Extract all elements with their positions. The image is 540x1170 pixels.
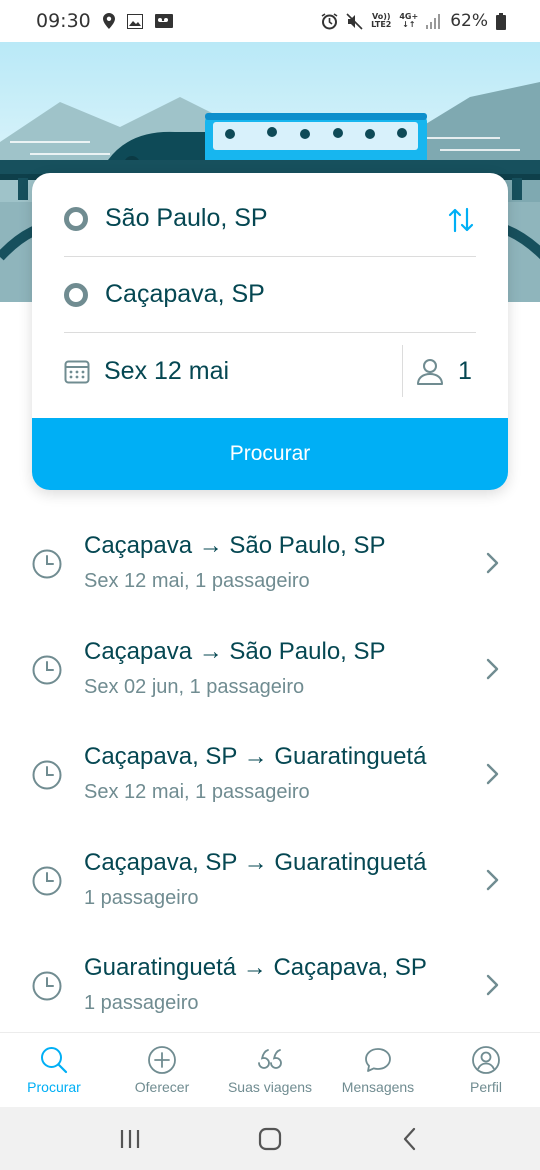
nav-tab-label: Suas viagens (227, 1079, 313, 1095)
location-icon (102, 13, 115, 29)
battery-percent: 62% (450, 11, 488, 31)
list-item-route: Caçapava → São Paulo, SP (84, 532, 386, 559)
gallery-icon (126, 13, 143, 29)
list-item[interactable]: Caçapava, SP → Guaratinguetá Sex 12 mai,… (0, 721, 540, 827)
origin-text: São Paulo, SP (105, 204, 268, 232)
status-time: 09:30 (36, 10, 91, 32)
recent-searches-list: Caçapava → São Paulo, SP Sex 12 mai, 1 p… (0, 510, 540, 1038)
system-navigation-bar (0, 1107, 540, 1170)
chevron-right-icon (486, 869, 499, 890)
clock-icon (32, 866, 62, 895)
swap-icon[interactable] (446, 205, 476, 235)
list-item[interactable]: Guaratinguetá → Caçapava, SP 1 passageir… (0, 932, 540, 1038)
nav-tab-oferecer[interactable]: Oferecer (108, 1033, 216, 1107)
chevron-right-icon (486, 552, 499, 574)
list-item-details: 1 passageiro (84, 992, 199, 1014)
clock-icon (32, 655, 62, 684)
list-item-route: Caçapava → São Paulo, SP (84, 637, 386, 665)
clock-icon (32, 549, 62, 579)
nav-tab-perfil[interactable]: Perfil (432, 1033, 540, 1107)
nav-tab-procurar[interactable]: Procurar (0, 1033, 108, 1107)
list-item-details: 1 passageiro (84, 886, 199, 909)
chevron-right-icon (486, 658, 499, 679)
list-item[interactable]: Caçapava, SP → Guaratinguetá 1 passageir… (0, 827, 540, 933)
nav-tab-suas-viagens[interactable]: Suas viagens (216, 1033, 324, 1107)
passenger-field[interactable]: 1 (416, 333, 472, 409)
list-item-route: Caçapava, SP → Guaratinguetá (84, 743, 427, 770)
profile-icon (472, 1046, 500, 1074)
chevron-right-icon (486, 974, 499, 996)
status-right: Vo)) LTE2 4G+ ↓↑ 62% (321, 11, 506, 31)
origin-field[interactable]: São Paulo, SP (64, 181, 476, 257)
plus-circle-icon (148, 1046, 176, 1074)
data-arrows-label: ↓↑ (402, 20, 416, 29)
divider (402, 345, 403, 397)
mute-icon (346, 12, 363, 30)
network-lte-label: LTE2 (371, 20, 392, 29)
bottom-navigation: Procurar Oferecer Suas viagens Mensagens… (0, 1032, 540, 1107)
battery-icon (496, 12, 506, 30)
generation-badge: 4G+ ↓↑ (399, 13, 418, 29)
origin-marker-icon (64, 206, 88, 231)
list-item-route: Guaratinguetá → Caçapava, SP (84, 954, 427, 981)
status-left: 09:30 (36, 10, 173, 32)
alarm-icon (321, 12, 338, 29)
search-button[interactable]: Procurar (32, 418, 508, 490)
list-item-details: Sex 12 mai, 1 passageiro (84, 570, 310, 592)
destination-marker-icon (64, 282, 88, 307)
date-text: Sex 12 mai (104, 356, 230, 385)
recent-apps-icon[interactable] (117, 1126, 143, 1152)
destination-text: Caçapava, SP (105, 280, 265, 308)
list-item-details: Sex 02 jun, 1 passageiro (84, 675, 305, 698)
nav-tab-label: Oferecer (134, 1079, 190, 1095)
list-item[interactable]: Caçapava → São Paulo, SP Sex 12 mai, 1 p… (0, 510, 540, 616)
passenger-count: 1 (458, 356, 472, 385)
voicemail-icon (154, 14, 173, 28)
date-passenger-row: Sex 12 mai 1 (64, 333, 476, 409)
search-icon (41, 1047, 68, 1074)
nav-tab-label: Mensagens (341, 1079, 415, 1095)
signal-icon (426, 13, 441, 29)
person-icon (417, 359, 443, 385)
search-card: São Paulo, SP Caçapava, SP Sex 12 mai 1 (32, 173, 508, 490)
back-icon[interactable] (397, 1126, 423, 1152)
calendar-icon (64, 360, 90, 384)
nav-tab-mensagens[interactable]: Mensagens (324, 1033, 432, 1107)
list-item-route: Caçapava, SP → Guaratinguetá (84, 848, 427, 876)
nav-tab-label: Perfil (470, 1079, 502, 1095)
clock-icon (32, 760, 62, 790)
list-item-details: Sex 12 mai, 1 passageiro (84, 781, 310, 803)
nav-tab-label: Procurar (27, 1079, 81, 1095)
destination-field[interactable]: Caçapava, SP (64, 257, 476, 333)
network-badge: Vo)) LTE2 (371, 13, 391, 29)
home-icon[interactable] (257, 1126, 283, 1152)
clock-icon (32, 971, 62, 1001)
list-item[interactable]: Caçapava → São Paulo, SP Sex 02 jun, 1 p… (0, 616, 540, 722)
quote-icon (258, 1049, 282, 1069)
status-bar: 09:30 Vo)) LTE2 4G+ ↓↑ 62% (0, 0, 540, 42)
date-field[interactable]: Sex 12 mai (64, 333, 229, 409)
chevron-right-icon (486, 763, 499, 785)
chat-bubble-icon (365, 1048, 391, 1072)
